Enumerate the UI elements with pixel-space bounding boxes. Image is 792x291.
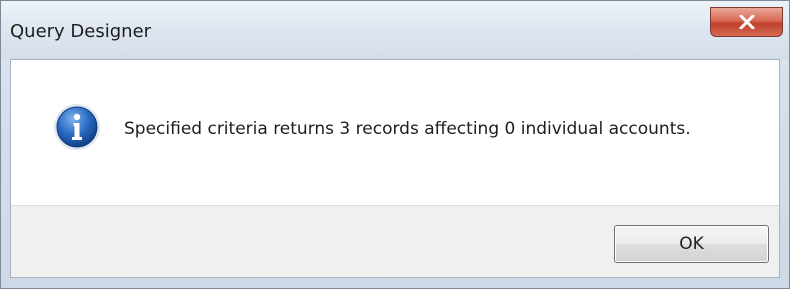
- close-button[interactable]: [710, 7, 783, 37]
- dialog-window: Query Designer Specified criteria return…: [0, 0, 790, 289]
- message-area: Specified criteria returns 3 records aff…: [11, 60, 779, 205]
- close-icon: [739, 15, 754, 29]
- info-icon: [54, 104, 100, 150]
- dialog-message: Specified criteria returns 3 records aff…: [124, 119, 691, 139]
- dialog-body: Specified criteria returns 3 records aff…: [10, 59, 780, 278]
- ok-button[interactable]: OK: [614, 225, 769, 263]
- window-title: Query Designer: [10, 21, 152, 42]
- title-bar[interactable]: Query Designer: [1, 1, 789, 59]
- button-bar: OK: [11, 205, 779, 277]
